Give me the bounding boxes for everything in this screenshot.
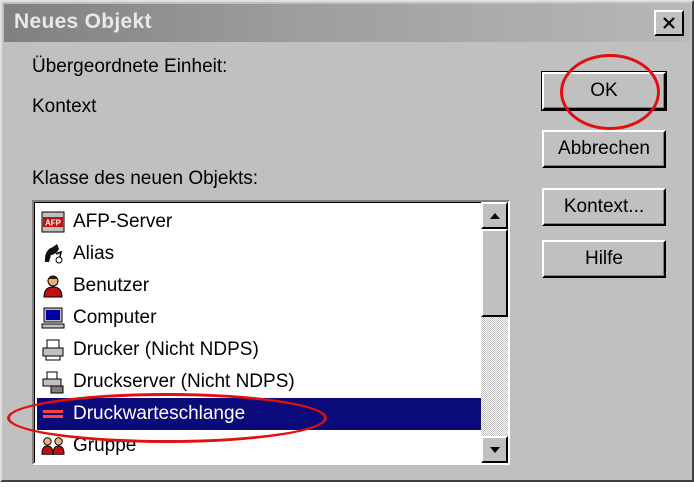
dialog-title: Neues Objekt <box>14 10 152 33</box>
list-item-label: Alias <box>73 243 115 264</box>
list-item-label: Benutzer <box>73 275 150 296</box>
list-item-label: Druckwarteschlange <box>73 403 246 424</box>
list-item-label: Gruppe <box>73 435 137 456</box>
list-item-label: Druckserver (Nicht NDPS) <box>73 371 295 392</box>
title-bar[interactable]: Neues Objekt <box>4 4 690 42</box>
list-item[interactable]: AFP AFP-Server <box>37 206 483 238</box>
computer-icon <box>41 306 65 330</box>
alias-icon <box>41 242 65 266</box>
list-item[interactable]: Druckserver (Nicht NDPS) <box>37 366 483 398</box>
cancel-button[interactable]: Abbrechen <box>542 130 666 168</box>
parent-unit-label: Übergeordnete Einheit: <box>32 56 228 77</box>
list-item[interactable]: Benutzer <box>37 270 483 302</box>
group-icon <box>41 434 65 458</box>
scroll-up-button[interactable] <box>481 202 508 229</box>
context-button[interactable]: Kontext... <box>542 188 666 226</box>
close-icon <box>663 17 675 29</box>
scroll-down-button[interactable] <box>481 436 508 463</box>
list-item[interactable]: Alias <box>37 238 483 270</box>
class-list-label: Klasse des neuen Objekts: <box>32 168 259 189</box>
user-icon <box>41 274 65 298</box>
ok-button[interactable]: OK <box>541 71 667 111</box>
list-item-selected[interactable]: Druckwarteschlange <box>37 398 483 430</box>
class-list-items: AFP AFP-Server Alias Benutzer Computer D… <box>37 206 483 462</box>
afp-server-icon: AFP <box>41 210 65 234</box>
arrow-down-icon <box>489 446 500 453</box>
help-button[interactable]: Hilfe <box>542 240 666 278</box>
arrow-up-icon <box>489 212 500 219</box>
vertical-scrollbar[interactable] <box>481 202 508 463</box>
parent-unit-value: Kontext <box>32 96 97 117</box>
list-item-label: Drucker (Nicht NDPS) <box>73 339 259 360</box>
class-listbox[interactable]: AFP AFP-Server Alias Benutzer Computer D… <box>32 200 510 465</box>
new-object-dialog: Neues Objekt Übergeordnete Einheit: Kont… <box>0 0 694 482</box>
print-queue-icon <box>41 402 65 426</box>
print-server-icon <box>41 370 65 394</box>
printer-icon <box>41 338 65 362</box>
svg-text:AFP: AFP <box>45 219 62 228</box>
list-item[interactable]: Drucker (Nicht NDPS) <box>37 334 483 366</box>
scroll-thumb[interactable] <box>481 229 508 317</box>
close-button[interactable] <box>654 10 684 36</box>
list-item-label: AFP-Server <box>73 211 173 232</box>
list-item[interactable]: Computer <box>37 302 483 334</box>
list-item-label: Computer <box>73 307 157 328</box>
list-item[interactable]: Gruppe <box>37 430 483 462</box>
